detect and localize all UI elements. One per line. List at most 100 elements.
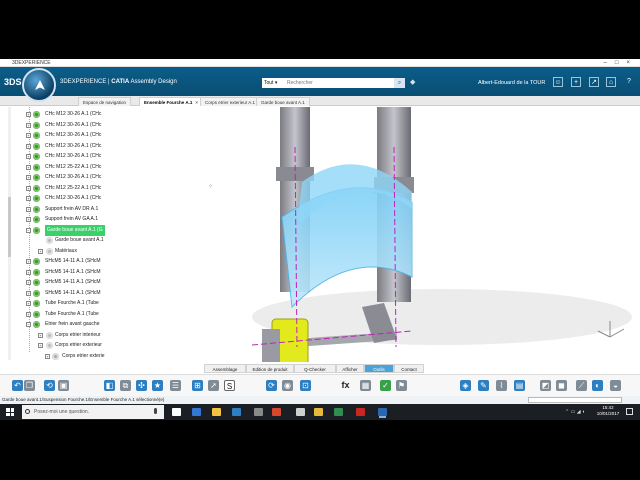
- expand-icon[interactable]: +: [26, 217, 31, 222]
- close-window-icon[interactable]: ×: [626, 60, 638, 66]
- window-controls[interactable]: –□×: [604, 59, 638, 67]
- store-icon[interactable]: [232, 408, 241, 416]
- clock[interactable]: 15:42 10/01/2017: [594, 405, 622, 417]
- close-tab-icon[interactable]: ×: [195, 100, 198, 105]
- tree-item[interactable]: + CHc M12 25-22 A.1 (CHc: [0, 162, 112, 173]
- system-tray-icons[interactable]: ⌃ ▭ ◢ ◖: [565, 409, 585, 415]
- search-icon[interactable]: ⌕: [394, 78, 405, 88]
- share-icon[interactable]: ↗: [589, 77, 599, 87]
- search-input[interactable]: [284, 78, 394, 88]
- user-name[interactable]: Albert-Edouard de la TOUR: [478, 80, 545, 86]
- tree-item[interactable]: + Matériaux: [0, 246, 112, 257]
- undo-icon[interactable]: ↶: [12, 380, 23, 391]
- expand-icon[interactable]: +: [26, 185, 31, 191]
- camera-icon[interactable]: ◉: [282, 380, 293, 391]
- tab-ensemble-fourche[interactable]: Ensemble Fourche A.1 ×: [139, 97, 203, 106]
- sheet-icon[interactable]: ▤: [514, 380, 525, 391]
- tree-item[interactable]: + CHc M12 30-26 A.1 (CHc: [0, 130, 112, 141]
- expand-icon[interactable]: +: [26, 269, 31, 275]
- tab-edition-produit[interactable]: Edition de produit: [246, 364, 294, 373]
- pen-icon[interactable]: ✎: [478, 380, 489, 391]
- s-tool-icon[interactable]: S: [224, 380, 235, 391]
- expand-icon[interactable]: +: [38, 343, 43, 348]
- expand-icon[interactable]: +: [26, 196, 31, 201]
- param-icon[interactable]: ⊡: [300, 380, 311, 391]
- tree-item[interactable]: + CHc M12 30-26 A.1 (CHc: [0, 141, 112, 152]
- list-icon[interactable]: ☰: [170, 380, 181, 391]
- check-icon[interactable]: ✓: [380, 380, 391, 391]
- collapse-icon[interactable]: −: [26, 227, 31, 233]
- status-input[interactable]: [528, 397, 622, 403]
- media-icon[interactable]: [296, 408, 305, 416]
- assembly-icon[interactable]: ◧: [104, 380, 115, 391]
- collapse-icon[interactable]: −: [26, 322, 31, 327]
- refresh-icon[interactable]: ⟲: [44, 380, 55, 391]
- home-icon[interactable]: ⌂: [606, 77, 616, 87]
- explode-icon[interactable]: ✣: [136, 380, 147, 391]
- tree-item[interactable]: + SHcM5 14-11 A.1 (SHcM: [0, 267, 112, 278]
- tree-item[interactable]: Garde boue avant A.1: [0, 235, 112, 246]
- excel-icon[interactable]: [334, 408, 343, 416]
- catia-icon[interactable]: [378, 408, 387, 416]
- tree-item[interactable]: + CHc M12 25-22 A.1 (CHc: [0, 183, 112, 194]
- expand-icon[interactable]: +: [26, 164, 31, 170]
- expand-icon[interactable]: +: [38, 248, 43, 254]
- expand-icon[interactable]: +: [38, 332, 43, 338]
- mate-icon[interactable]: ⧉: [120, 380, 131, 391]
- brush-icon[interactable]: ⌇: [496, 380, 507, 391]
- tag-icon[interactable]: ◆: [410, 78, 415, 86]
- edge-icon[interactable]: [192, 408, 201, 416]
- expand-icon[interactable]: +: [26, 290, 31, 296]
- compass-icon[interactable]: [22, 68, 56, 102]
- material-icon[interactable]: ◐: [592, 380, 603, 391]
- expand-icon[interactable]: +: [26, 301, 31, 306]
- tab-corps-etrier[interactable]: Corps etrier exterieur A.1: [200, 97, 261, 106]
- specification-tree[interactable]: + CHc M12 30-26 A.1 (CHc + CHc M12 30-26 A.…: [0, 107, 112, 404]
- tree-item[interactable]: + CHc M12 30-26 A.1 (CHc: [0, 172, 112, 183]
- expand-icon[interactable]: +: [26, 259, 31, 264]
- explorer-icon[interactable]: [212, 408, 221, 416]
- tree-item[interactable]: + CHc M12 30-26 A.1 (CHc: [0, 151, 112, 162]
- tab-q-checker[interactable]: Q-Checker: [294, 364, 336, 373]
- tree-item[interactable]: + CHc M12 30-26 A.1 (CHc: [0, 193, 112, 204]
- expand-icon[interactable]: +: [26, 154, 31, 159]
- tree-item[interactable]: + Corps etrier exterieur: [0, 340, 112, 351]
- pointer-icon[interactable]: ➚: [208, 380, 219, 391]
- minimize-icon[interactable]: –: [604, 60, 615, 66]
- user-icon[interactable]: ☺: [553, 77, 563, 87]
- star-icon[interactable]: ★: [152, 380, 163, 391]
- rule-icon[interactable]: ⚑: [396, 380, 407, 391]
- office-icon[interactable]: [272, 408, 281, 416]
- microphone-icon[interactable]: [154, 408, 157, 414]
- expand-icon[interactable]: +: [26, 122, 31, 128]
- tab-afficher[interactable]: Afficher: [336, 364, 364, 373]
- tab-assemblage[interactable]: Assemblage: [204, 364, 246, 373]
- assembly-model[interactable]: [112, 107, 640, 380]
- cube-icon[interactable]: ◼: [556, 380, 567, 391]
- tab-outils[interactable]: Outils: [364, 364, 394, 373]
- ruler-icon[interactable]: ⟋: [576, 380, 587, 391]
- tree-item[interactable]: + Support frein AV DR A.1: [0, 204, 112, 215]
- help-icon[interactable]: ?: [624, 77, 634, 87]
- tab-garde-boue[interactable]: Garde boue avant A.1: [256, 97, 310, 106]
- task-view-icon[interactable]: [172, 408, 181, 416]
- expand-icon[interactable]: +: [26, 311, 31, 317]
- tree-item[interactable]: + Tube Fourche A.1 (Tube: [0, 298, 112, 309]
- taskbar-search-input[interactable]: Posez-moi une question.: [22, 405, 164, 419]
- tab-contact[interactable]: Contact: [394, 364, 424, 373]
- windows-start-icon[interactable]: [6, 408, 14, 416]
- tab-navigation-space[interactable]: Espace de navigation: [78, 97, 132, 106]
- section-icon[interactable]: ◩: [540, 380, 551, 391]
- table-icon[interactable]: ▦: [360, 380, 371, 391]
- tree-item[interactable]: + Tube Fourche A.1 (Tube: [0, 309, 112, 320]
- 3d-viewport[interactable]: ⁘: [112, 107, 640, 380]
- tree-item[interactable]: + CHc M12 30-26 A.1 (CHc: [0, 109, 112, 120]
- tree-item[interactable]: + SHcM5 14-11 A.1 (SHcM: [0, 288, 112, 299]
- tree-item[interactable]: + Support frein AV GA A.1: [0, 214, 112, 225]
- maximize-icon[interactable]: □: [615, 60, 627, 66]
- measure-icon[interactable]: ⊞: [192, 380, 203, 391]
- expand-icon[interactable]: +: [26, 112, 31, 117]
- notification-icon[interactable]: [626, 408, 633, 415]
- tree-item[interactable]: + SHcM5 14-11 A.1 (SHcM: [0, 277, 112, 288]
- update-icon[interactable]: ⟳: [266, 380, 277, 391]
